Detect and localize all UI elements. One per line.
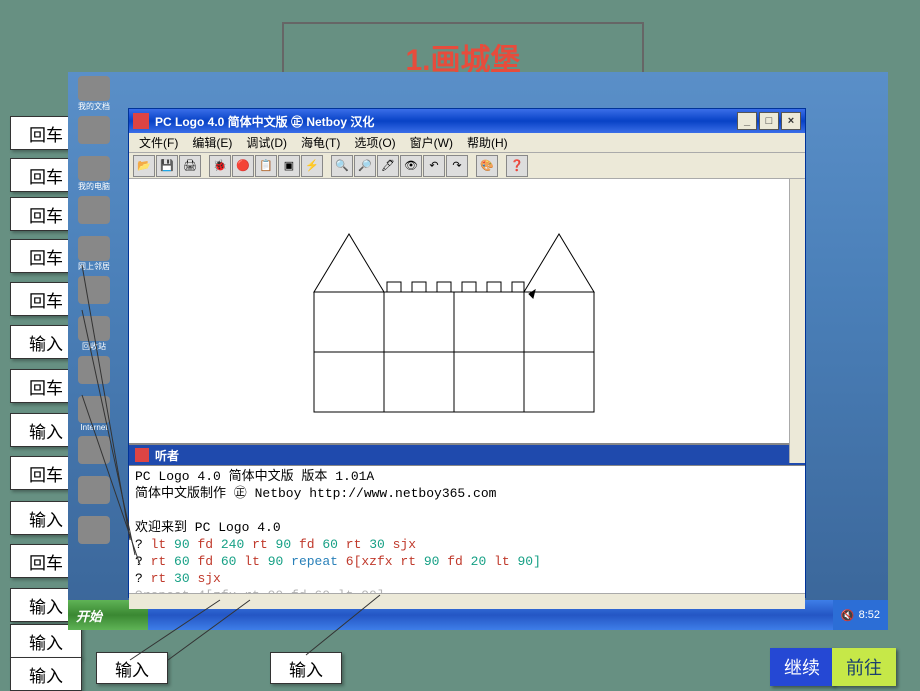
console-output[interactable]: PC Logo 4.0 简体中文版 版本 1.01A简体中文版制作 ㊣ Netb…: [129, 465, 805, 593]
menu-item[interactable]: 选项(O): [348, 132, 401, 153]
menu-item[interactable]: 海龟(T): [295, 132, 346, 153]
horizontal-scrollbar[interactable]: [129, 593, 805, 609]
toolbar-button[interactable]: 💾: [156, 155, 178, 177]
castle-drawing: [129, 179, 805, 445]
toolbar-button[interactable]: ▣: [278, 155, 300, 177]
input-button[interactable]: 输入: [10, 657, 82, 691]
desktop-icon[interactable]: [76, 196, 112, 232]
input-button-row-1[interactable]: 输入: [96, 652, 168, 684]
desktop-icon[interactable]: Internet: [76, 396, 112, 432]
desktop-icon[interactable]: [76, 356, 112, 392]
toolbar-button[interactable]: 👁: [400, 155, 422, 177]
toolbar-button[interactable]: ↶: [423, 155, 445, 177]
toolbar-button[interactable]: 🐞: [209, 155, 231, 177]
toolbar: 📂💾🖨 🐞🔴📋▣⚡ 🔍🔎🖊👁↶↷ 🎨 ❓: [129, 153, 805, 179]
desktop-icon[interactable]: [76, 476, 112, 512]
toolbar-button[interactable]: 🔍: [331, 155, 353, 177]
menu-item[interactable]: 帮助(H): [461, 132, 514, 153]
desktop-icon[interactable]: [76, 276, 112, 312]
toolbar-button[interactable]: 🔎: [354, 155, 376, 177]
desktop-icon[interactable]: 回收站: [76, 316, 112, 352]
system-tray[interactable]: 🔇8:52: [833, 600, 888, 630]
toolbar-button[interactable]: ❓: [506, 155, 528, 177]
vertical-scrollbar[interactable]: [789, 179, 805, 463]
menu-item[interactable]: 窗户(W): [404, 132, 459, 153]
maximize-button[interactable]: □: [759, 112, 779, 130]
continue-button[interactable]: 继续: [770, 648, 834, 686]
drawing-canvas[interactable]: [129, 179, 805, 445]
toolbar-button[interactable]: 📂: [133, 155, 155, 177]
window-controls: _ □ ×: [737, 112, 801, 130]
menu-item[interactable]: 文件(F): [133, 132, 184, 153]
app-icon: [133, 113, 149, 129]
desktop-icons-column: 我的文档我的电脑网上邻居回收站 Internet: [76, 76, 126, 556]
menu-item[interactable]: 调试(D): [240, 132, 293, 153]
close-button[interactable]: ×: [781, 112, 801, 130]
toolbar-button[interactable]: ↷: [446, 155, 468, 177]
desktop-icon[interactable]: 我的电脑: [76, 156, 112, 192]
toolbar-button[interactable]: 🎨: [476, 155, 498, 177]
pc-logo-window: PC Logo 4.0 简体中文版 ㊣ Netboy 汉化 _ □ × 文件(F…: [128, 108, 806, 598]
toolbar-button[interactable]: 🔴: [232, 155, 254, 177]
toolbar-button[interactable]: 🖊: [377, 155, 399, 177]
go-button[interactable]: 前往: [832, 648, 896, 686]
minimize-button[interactable]: _: [737, 112, 757, 130]
desktop-icon[interactable]: 我的文档: [76, 76, 112, 112]
desktop-icon[interactable]: [76, 516, 112, 552]
console-header: 听者: [129, 445, 805, 465]
input-button-row-2[interactable]: 输入: [270, 652, 342, 684]
toolbar-button[interactable]: 📋: [255, 155, 277, 177]
desktop-icon[interactable]: [76, 116, 112, 152]
toolbar-button[interactable]: 🖨: [179, 155, 201, 177]
window-title: PC Logo 4.0 简体中文版 ㊣ Netboy 汉化: [155, 113, 374, 130]
desktop-icon[interactable]: [76, 436, 112, 472]
console-icon: [135, 448, 149, 462]
desktop-icon[interactable]: 网上邻居: [76, 236, 112, 272]
toolbar-button[interactable]: ⚡: [301, 155, 323, 177]
menu-item[interactable]: 编辑(E): [186, 132, 238, 153]
window-titlebar: PC Logo 4.0 简体中文版 ㊣ Netboy 汉化 _ □ ×: [129, 109, 805, 133]
menubar: 文件(F)编辑(E)调试(D)海龟(T)选项(O)窗户(W)帮助(H): [129, 133, 805, 153]
